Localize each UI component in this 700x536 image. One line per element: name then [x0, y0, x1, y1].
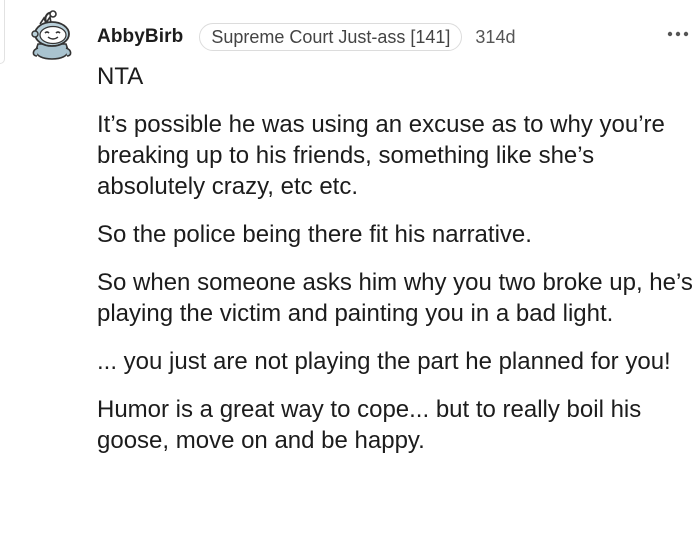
comment-paragraph: So the police being there fit his narrat… [97, 221, 532, 248]
more-options-icon [667, 31, 689, 37]
avatar[interactable] [26, 10, 78, 66]
comment-paragraph: So when someone asks him why you two bro… [97, 269, 693, 327]
username-link[interactable]: AbbyBirb [97, 26, 183, 48]
comment-paragraph: NTA [97, 63, 144, 90]
snoo-avatar-icon [31, 10, 72, 60]
more-options-button[interactable] [666, 22, 690, 46]
comment-paragraph: It’s possible he was using an excuse as … [97, 111, 665, 200]
comment-age: 314d [475, 26, 516, 47]
comment-header: AbbyBirb Supreme Court Just-ass [141] 31… [97, 23, 515, 51]
comment-paragraph: ... you just are not playing the part he… [97, 348, 671, 375]
comment-paragraph: Humor is a great way to cope... but to r… [97, 396, 642, 454]
comment-body: NTA It’s possible he was using an excuse… [97, 61, 695, 473]
user-flair-badge: Supreme Court Just-ass [141] [199, 23, 463, 51]
thread-line[interactable] [0, 0, 5, 64]
